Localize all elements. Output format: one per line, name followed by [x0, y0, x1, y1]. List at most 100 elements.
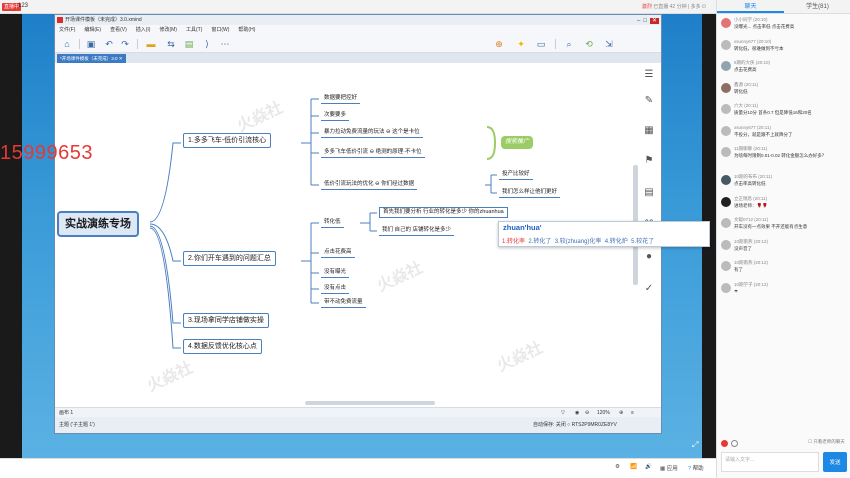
ime-candidate[interactable]: 5.较花了: [631, 239, 654, 245]
relationship-icon[interactable]: ⇆: [165, 38, 177, 50]
tab-chat[interactable]: 聊天: [717, 0, 784, 13]
subtopic[interactable]: 转化低: [321, 217, 344, 228]
menu-edit[interactable]: 编辑(E): [84, 25, 101, 35]
tab-students[interactable]: 学生(81): [784, 0, 850, 13]
presentation-icon[interactable]: ▭: [535, 38, 547, 50]
flag-icon[interactable]: ⚑: [643, 155, 655, 167]
document-tab[interactable]: *开场课件模板（未完成）3.0 ✕: [57, 54, 126, 63]
send-button[interactable]: 发送: [823, 452, 847, 472]
chat-text: 没曝光... 点击率低 点击花费高: [734, 24, 795, 29]
subtopic[interactable]: 我们 自己的 店铺转化是多少: [379, 225, 455, 236]
ime-candidate[interactable]: 1.转化率: [502, 239, 525, 245]
search-icon[interactable]: ⌕: [563, 38, 575, 50]
save-icon[interactable]: ▣: [85, 38, 97, 50]
toolbar-divider: [555, 39, 556, 49]
chat-message: 10期南燕 (20:12) 没声音了: [721, 238, 847, 260]
redo-icon[interactable]: ↷: [119, 38, 131, 50]
subtopic[interactable]: 投产比较好: [499, 169, 533, 180]
chat-text: 没声音了: [734, 245, 752, 251]
window-statusbar: 主题 ('子主题 1') 自动保存: 关闭 ○ RTS2P9MR0ZE8YV: [55, 417, 661, 433]
comment-icon[interactable]: ●: [643, 251, 655, 263]
editing-topic[interactable]: 首先我们要分析 行业的转化是多少 你的zhuanhua: [379, 207, 508, 218]
format-icon[interactable]: ✎: [643, 95, 655, 107]
horizontal-scrollbar[interactable]: [305, 401, 435, 405]
maximize-icon[interactable]: □: [643, 18, 650, 24]
marker-icon[interactable]: ⊕: [493, 38, 505, 50]
export-icon[interactable]: ⇲: [603, 38, 615, 50]
mindmap-root-topic[interactable]: 实战演练专场: [57, 211, 139, 237]
chat-text: 有了: [734, 267, 743, 272]
chat-input[interactable]: 请输入文字...: [721, 452, 819, 472]
chat-tabs: 聊天 学生(81): [717, 0, 850, 14]
share-icon[interactable]: ⟲: [583, 38, 595, 50]
wifi-icon[interactable]: 📶: [630, 464, 637, 470]
document-tab-bar: *开场课件模板（未完成）3.0 ✕: [55, 53, 661, 63]
branch-topic-4[interactable]: 4.数据反馈优化核心点: [183, 339, 262, 354]
undo-icon[interactable]: ↶: [103, 38, 115, 50]
more-icon[interactable]: ⋯: [219, 38, 231, 50]
apps-label: 应用: [666, 466, 678, 472]
chat-sender: 立正稍息 (20:11): [734, 195, 768, 201]
ime-candidate[interactable]: 3.较(zhuang)化率: [555, 239, 602, 245]
chat-sender: 10期的布布 (20:11): [734, 174, 773, 179]
settings-icon[interactable]: ⚙: [615, 464, 620, 470]
flower-icon[interactable]: [721, 440, 728, 447]
menu-file[interactable]: 文件(F): [59, 25, 75, 35]
home-icon[interactable]: ⌂: [61, 38, 73, 50]
phone-number-overlay: 15999653: [0, 142, 93, 164]
status-alert: 激烈: [641, 4, 652, 10]
ime-candidate[interactable]: 4.转化炉: [605, 239, 628, 245]
subtopic[interactable]: 数据要把控好: [321, 93, 361, 104]
summary-topic[interactable]: 搜索推广: [501, 136, 534, 149]
subtopic[interactable]: 没有曝光: [321, 267, 350, 278]
menu-modify[interactable]: 修改(M): [159, 25, 177, 35]
avatar: [721, 282, 731, 293]
subtopic[interactable]: 带不动免费流量: [321, 297, 366, 308]
chat-message: 鑫源 (20:11) 转化低: [721, 81, 847, 103]
toolbar-divider: [137, 39, 138, 49]
subtopic[interactable]: 多多飞车低价引流 ⊖ 绝测的原理·不卡位: [321, 147, 425, 158]
chat-sender: xsunny677 (20:11): [734, 124, 771, 130]
menu-view[interactable]: 查看(V): [110, 25, 127, 35]
subtopic[interactable]: 低价引流玩法的优化 ⊖ 你们经过数据: [321, 179, 418, 190]
subtopic[interactable]: 暴力拉动免费流量的玩法 ⊖ 这个是卡位: [321, 127, 423, 138]
branch-topic-3[interactable]: 3.现场拿同学店铺做实操: [183, 313, 269, 328]
fullscreen-icon[interactable]: ⤢: [692, 440, 698, 450]
apps-icon: ▦: [660, 466, 666, 472]
chat-sender: 六大 (20:11): [734, 103, 759, 108]
outline-icon[interactable]: ☰: [643, 69, 655, 81]
menu-window[interactable]: 窗口(W): [211, 25, 229, 35]
chat-message-list[interactable]: 小小同学 (20:10) 没曝光... 点击率低 点击花费高 xsunny677 …: [721, 16, 847, 434]
image-icon[interactable]: ▦: [643, 125, 655, 137]
chat-text: 为啥每时限制0.01-0.02 转化金额怎么办好多？: [734, 153, 827, 158]
subtopic[interactable]: 次要要多: [321, 110, 350, 121]
menu-help[interactable]: 帮助(H): [238, 25, 255, 35]
note-icon[interactable]: ▤: [643, 187, 655, 199]
only-teacher-toggle[interactable]: ☐ 只看老师的聊天: [808, 439, 845, 445]
emoji-icon[interactable]: [731, 440, 738, 447]
subtopic[interactable]: 我们怎么样让他们更好: [499, 187, 561, 198]
chat-sender: 鑫源 (20:11): [734, 81, 759, 87]
menu-tools[interactable]: 工具(T): [186, 25, 202, 35]
chat-sender: 10期学子 (20:12): [734, 281, 769, 287]
help-button[interactable]: ? 帮助: [688, 464, 704, 472]
branch-topic-2[interactable]: 2.你们开车遇到的问题汇总: [183, 251, 276, 266]
topic-icon[interactable]: ▬: [145, 38, 157, 50]
canvas-statusbar: 画布 1 ▽ ◉ ⊖ 120% ⊕ ≡: [55, 407, 661, 417]
close-icon[interactable]: ✕: [649, 18, 659, 24]
summary-icon[interactable]: ⟩: [201, 38, 213, 50]
lightbulb-icon[interactable]: ✦: [515, 38, 527, 50]
bottom-toolbar: ⚙ 📶 🔊 ▦ 应用 ? 帮助: [0, 458, 716, 478]
ime-candidate[interactable]: 2.转化了: [528, 239, 551, 245]
chat-sender: 文聪0712 (20:11): [734, 217, 769, 222]
boundary-icon[interactable]: ▤: [183, 38, 195, 50]
branch-topic-1[interactable]: 1.多多飞车-低价引流核心: [183, 133, 272, 148]
subtopic[interactable]: 没有点击: [321, 283, 350, 294]
help-icon: ?: [688, 466, 692, 472]
task-icon[interactable]: ✓: [643, 283, 655, 295]
volume-icon[interactable]: 🔊: [645, 464, 652, 470]
status-line: 激烈 已直播 42 分钟 | 多多 ⏻: [642, 3, 706, 10]
subtopic[interactable]: 点击花费高: [321, 247, 355, 258]
menu-insert[interactable]: 插入(I): [136, 25, 151, 35]
apps-button[interactable]: ▦ 应用: [660, 464, 678, 472]
